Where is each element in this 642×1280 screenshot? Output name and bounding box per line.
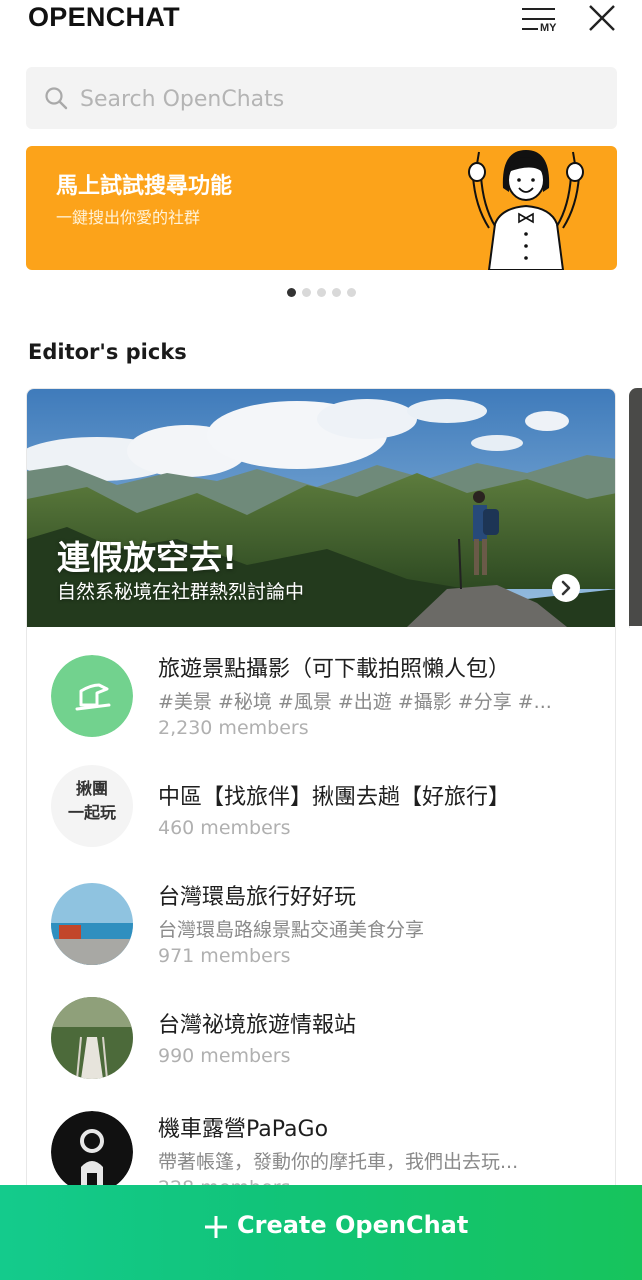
chat-description: 帶著帳篷，發動你的摩托車，我們出去玩... bbox=[158, 1151, 519, 1173]
chat-name: 機車露營PaPaGo bbox=[158, 1117, 329, 1142]
avatar-text: 揪團 bbox=[75, 779, 108, 798]
hero-subtitle: 自然系秘境在社群熱烈討論中 bbox=[57, 581, 305, 603]
search-icon bbox=[45, 87, 68, 110]
create-openchat-label: Create OpenChat bbox=[237, 1211, 469, 1239]
editors-pick-card: 連假放空去! 自然系秘境在社群熱烈討論中 旅遊景點攝影（可下載拍照懶人包） #美… bbox=[26, 388, 616, 1280]
chat-name: 中區【找旅伴】揪團去趟【好旅行】 bbox=[158, 785, 511, 810]
plus-icon bbox=[205, 1216, 227, 1238]
pagination-dot[interactable] bbox=[347, 288, 356, 297]
chat-list-item[interactable]: 台灣祕境旅遊情報站 990 members bbox=[27, 997, 615, 1097]
chat-name: 旅遊景點攝影（可下載拍照懶人包） bbox=[158, 657, 511, 682]
chat-description: #美景 #秘境 #風景 #出遊 #攝影 #分享 #... bbox=[158, 691, 552, 713]
chat-members: 460 members bbox=[158, 817, 291, 839]
chat-avatar bbox=[51, 655, 133, 737]
my-label: MY bbox=[540, 22, 557, 34]
chat-avatar bbox=[51, 1111, 133, 1193]
banner-subtitle: 一鍵搜出你愛的社群 bbox=[56, 208, 201, 227]
chat-name: 台灣環島旅行好好玩 bbox=[158, 885, 357, 910]
chat-avatar: 揪團 一起玩 bbox=[51, 765, 133, 847]
next-card-peek[interactable] bbox=[629, 388, 642, 628]
chat-description: 台灣環島路線景點交通美食分享 bbox=[158, 919, 425, 941]
chat-name: 台灣祕境旅遊情報站 bbox=[158, 1013, 357, 1038]
pagination-dot-active[interactable] bbox=[287, 288, 296, 297]
chat-members: 990 members bbox=[158, 1045, 291, 1067]
menu-line bbox=[522, 8, 555, 10]
openchat-page: OPENCHAT MY 馬上試試搜尋功能 一鍵搜出你愛的社群 bbox=[0, 0, 642, 1280]
create-openchat-button[interactable]: Create OpenChat bbox=[0, 1185, 642, 1280]
close-icon[interactable] bbox=[586, 2, 618, 34]
chat-list-item[interactable]: 台灣環島旅行好好玩 台灣環島路線景點交通美食分享 971 members bbox=[27, 879, 615, 979]
promo-banner[interactable]: 馬上試試搜尋功能 一鍵搜出你愛的社群 bbox=[26, 146, 617, 270]
chevron-right-icon[interactable] bbox=[551, 573, 581, 603]
avatar-text: 一起玩 bbox=[67, 803, 116, 822]
chat-members: 971 members bbox=[158, 945, 291, 967]
girl-illustration bbox=[468, 150, 584, 270]
chat-list-item[interactable]: 旅遊景點攝影（可下載拍照懶人包） #美景 #秘境 #風景 #出遊 #攝影 #分享… bbox=[27, 645, 615, 745]
search-input[interactable] bbox=[78, 77, 602, 121]
chat-avatar bbox=[51, 997, 133, 1079]
chat-list-item[interactable]: 揪團 一起玩 中區【找旅伴】揪團去趟【好旅行】 460 members bbox=[27, 765, 615, 865]
my-menu-button[interactable]: MY bbox=[520, 4, 560, 36]
banner-title: 馬上試試搜尋功能 bbox=[56, 174, 233, 199]
menu-line bbox=[522, 18, 555, 20]
chat-avatar bbox=[51, 883, 133, 965]
pagination-dot[interactable] bbox=[332, 288, 341, 297]
menu-line bbox=[522, 28, 538, 30]
pagination-dot[interactable] bbox=[302, 288, 311, 297]
hero-title: 連假放空去! bbox=[57, 538, 238, 577]
chat-members: 2,230 members bbox=[158, 717, 309, 739]
section-title: Editor's picks bbox=[28, 340, 187, 364]
pagination-dot[interactable] bbox=[317, 288, 326, 297]
search-bar[interactable] bbox=[26, 67, 617, 129]
app-logo: OPENCHAT bbox=[28, 2, 180, 32]
